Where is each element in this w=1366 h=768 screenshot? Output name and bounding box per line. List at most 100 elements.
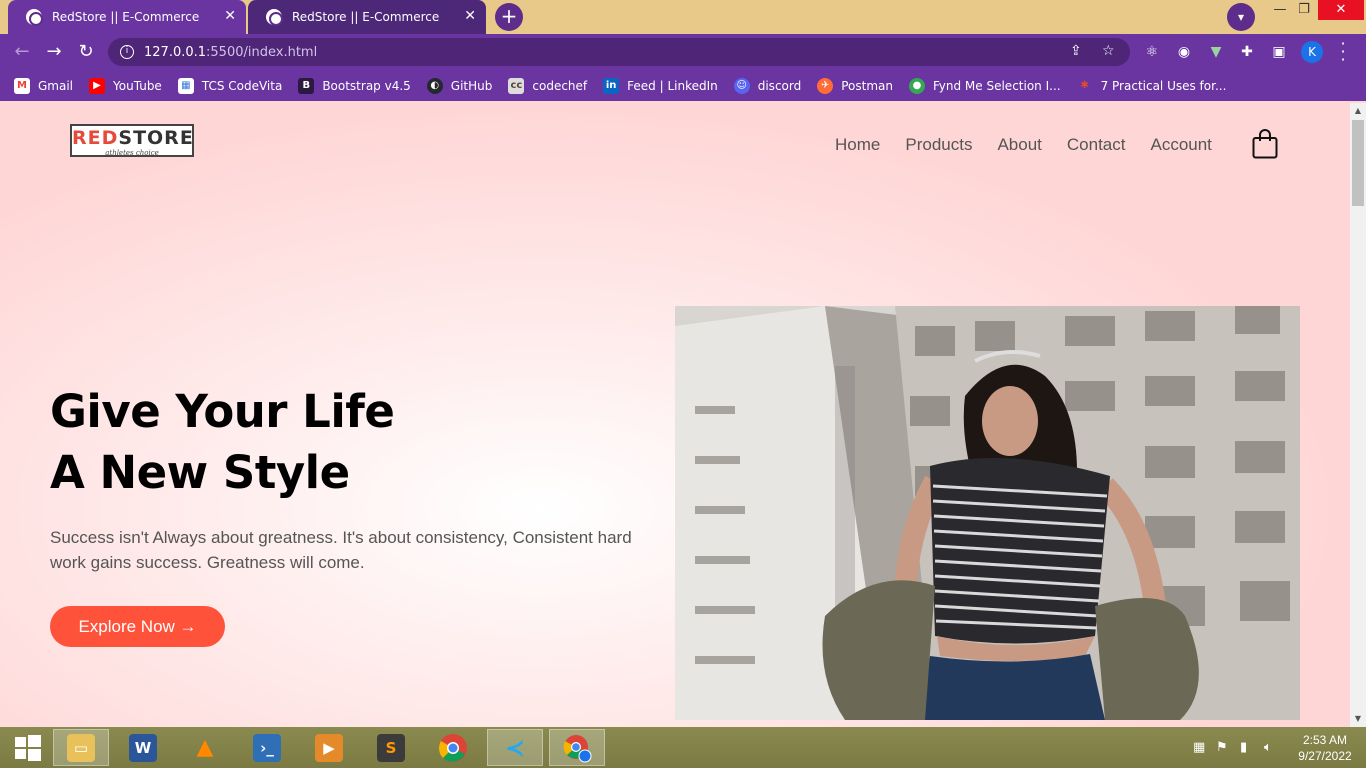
tab-redstore-2[interactable]: RedStore || E-Commerce ✕ [248, 0, 486, 34]
bookmark-fynd[interactable]: ● Fynd Me Selection I... [908, 77, 1061, 94]
word-icon: W [129, 733, 157, 762]
close-tab-icon[interactable]: ✕ [464, 8, 476, 24]
scrollbar-thumb[interactable] [1352, 120, 1364, 206]
bookmark-label: Feed | LinkedIn [627, 78, 718, 93]
window-close-button[interactable]: ✕ [1318, 0, 1364, 20]
chrome-profile-icon [563, 734, 592, 762]
bookmark-label: Fynd Me Selection I... [932, 78, 1061, 93]
url-text[interactable]: 127.0.0.1:5500/index.html [144, 45, 317, 60]
taskbar-chrome[interactable] [425, 729, 481, 766]
nav-account[interactable]: Account [1150, 135, 1211, 155]
scroll-up-arrow-icon[interactable]: ▲ [1350, 103, 1366, 119]
address-bar[interactable]: i 127.0.0.1:5500/index.html ⇪ ☆ [108, 38, 1130, 66]
vscode-icon: ≺ [504, 733, 526, 762]
bookmark-youtube[interactable]: ▶ YouTube [89, 77, 162, 94]
url-path: :5500/index.html [206, 44, 318, 60]
nav-about[interactable]: About [997, 135, 1041, 155]
start-button[interactable] [0, 729, 56, 766]
bookmark-label: TCS CodeVita [201, 78, 283, 93]
bookmark-linkedin[interactable]: in Feed | LinkedIn [603, 77, 718, 94]
clock-time: 2:53 AM [1302, 733, 1348, 747]
bookmark-practical-uses[interactable]: ✱ 7 Practical Uses for... [1077, 78, 1226, 94]
extension-circle-icon[interactable]: ◉ [1175, 43, 1193, 61]
react-devtools-icon[interactable]: ⚛ [1143, 43, 1161, 61]
youtube-icon: ▶ [89, 77, 106, 94]
vlc-icon: ▲ [196, 734, 214, 760]
nav-home[interactable]: Home [835, 135, 880, 155]
nav-products[interactable]: Products [905, 135, 972, 155]
shopping-bag-icon[interactable] [1252, 129, 1278, 159]
bookmark-label: YouTube [113, 78, 162, 93]
logo-tagline: athletes choice [105, 149, 159, 157]
new-tab-button[interactable]: + [495, 3, 523, 31]
hero-title-line2: A New Style [50, 446, 350, 499]
share-icon[interactable]: ⇪ [1070, 43, 1082, 59]
globe-icon [266, 9, 283, 26]
file-explorer-icon: ▭ [67, 733, 95, 762]
powershell-icon: ›_ [253, 733, 281, 762]
page-scrollbar[interactable]: ▲ ▼ [1350, 103, 1366, 727]
bookmark-label: Postman [841, 78, 893, 93]
fynd-icon: ● [908, 77, 925, 94]
main-nav: Home Products About Contact Account [835, 135, 1237, 155]
profile-avatar[interactable]: K [1301, 41, 1323, 63]
hero-photo-illustration [675, 306, 1300, 720]
tab-search-button[interactable]: ▾ [1227, 3, 1255, 31]
more-menu-icon[interactable]: · · · [1336, 36, 1350, 68]
taskbar-vscode[interactable]: ≺ [487, 729, 543, 766]
taskbar-media-player[interactable]: ▶ [301, 729, 357, 766]
bootstrap-icon: B [298, 77, 315, 94]
bookmark-tcs-codevita[interactable]: ▦ TCS CodeVita [177, 77, 283, 94]
taskbar-powershell[interactable]: ›_ [239, 729, 295, 766]
discord-icon: ☺ [733, 77, 750, 94]
url-host: 127.0.0.1 [144, 44, 207, 60]
redstore-logo[interactable]: REDSTORE athletes choice [70, 124, 194, 157]
network-icon[interactable]: ▦ [1193, 740, 1205, 755]
side-panel-icon[interactable]: ▣ [1270, 43, 1288, 61]
taskbar-word[interactable]: W [115, 729, 171, 766]
taskbar-chrome-profile[interactable] [549, 729, 605, 766]
battery-icon[interactable]: ▮ [1240, 740, 1247, 755]
hero-title-line1: Give Your Life [50, 385, 395, 438]
start-icon [15, 734, 41, 761]
bookmark-gmail[interactable]: M Gmail [14, 77, 73, 94]
tab-strip: RedStore || E-Commerce ✕ RedStore || E-C… [0, 0, 1366, 34]
reload-button[interactable]: ↻ [75, 41, 97, 63]
taskbar-vlc[interactable]: ▲ [177, 729, 233, 766]
practical-icon: ✱ [1080, 79, 1089, 91]
system-clock[interactable]: 2:53 AM 9/27/2022 [1290, 732, 1360, 764]
volume-icon[interactable]: 🔈︎ [1264, 740, 1272, 755]
globe-icon [26, 9, 43, 26]
hero-image [675, 306, 1300, 720]
bookmark-codechef[interactable]: cc codechef [508, 77, 587, 94]
bookmark-star-icon[interactable]: ☆ [1102, 43, 1115, 59]
clock-date: 9/27/2022 [1298, 749, 1352, 763]
chrome-icon [439, 733, 467, 762]
browser-toolbar: ← → ↻ i 127.0.0.1:5500/index.html ⇪ ☆ ⚛ … [0, 34, 1366, 70]
forward-button[interactable]: → [43, 41, 65, 63]
gmail-icon: M [14, 77, 30, 94]
bookmark-github[interactable]: ◐ GitHub [426, 77, 492, 94]
action-center-flag-icon[interactable]: ⚑ [1216, 740, 1228, 755]
logo-red-part: RED [72, 127, 119, 149]
tcs-icon: ▦ [177, 77, 194, 94]
bookmark-postman[interactable]: ✈ Postman [817, 77, 893, 94]
bookmark-discord[interactable]: ☺ discord [733, 77, 802, 94]
bookmark-bootstrap[interactable]: B Bootstrap v4.5 [298, 77, 411, 94]
bookmarks-bar: M Gmail ▶ YouTube ▦ TCS CodeVita B Bootstrap… [0, 70, 1366, 101]
nav-contact[interactable]: Contact [1067, 135, 1126, 155]
taskbar-file-explorer[interactable]: ▭ [53, 729, 109, 766]
logo-word: REDSTORE [72, 126, 193, 150]
explore-now-button[interactable]: Explore Now → [50, 606, 225, 647]
scroll-down-arrow-icon[interactable]: ▼ [1350, 711, 1366, 727]
site-info-icon[interactable]: i [120, 45, 134, 59]
tab-redstore-1[interactable]: RedStore || E-Commerce ✕ [8, 0, 246, 34]
codechef-icon: cc [508, 77, 525, 94]
taskbar-sublime[interactable]: S [363, 729, 419, 766]
github-icon: ◐ [426, 77, 443, 94]
back-button[interactable]: ← [11, 41, 33, 63]
vue-devtools-icon[interactable]: ▼ [1207, 43, 1225, 61]
extensions-puzzle-icon[interactable]: ✚ [1238, 43, 1256, 61]
bookmark-label: discord [757, 78, 802, 93]
close-tab-icon[interactable]: ✕ [224, 8, 236, 24]
